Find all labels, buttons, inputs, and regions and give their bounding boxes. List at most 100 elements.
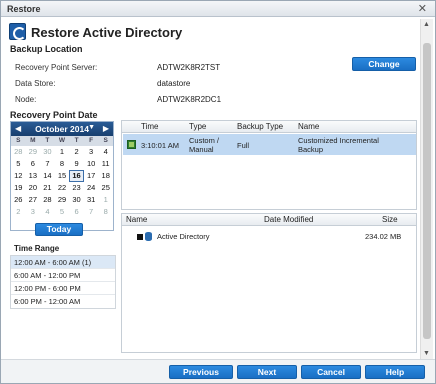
calendar-day[interactable]: 6 — [26, 158, 41, 170]
calendar-month[interactable]: October 2014 — [11, 124, 113, 134]
calendar-days: 28 29 30 1 2 3 4 5 6 7 8 9 10 11 12 13 14 15 16 17 18 19 20 21 2… — [11, 146, 113, 218]
node-value: ADTW2K8R2DC1 — [157, 95, 222, 104]
restore-icon — [9, 23, 26, 40]
time-range-item[interactable]: 12:00 PM - 6:00 PM — [11, 282, 115, 295]
calendar-day[interactable]: 6 — [69, 206, 84, 218]
scroll-up-icon[interactable]: ▲ — [423, 21, 430, 28]
calendar-day[interactable]: 1 — [98, 194, 113, 206]
calendar-day[interactable]: 8 — [98, 206, 113, 218]
recovery-point-server-label: Recovery Point Server: — [15, 63, 98, 72]
calendar-day[interactable]: 3 — [26, 206, 41, 218]
calendar-day[interactable]: 12 — [11, 170, 26, 182]
calendar-day[interactable]: 2 — [11, 206, 26, 218]
month-dropdown-icon[interactable]: ▼ — [88, 124, 95, 131]
weekday-label: T — [45, 137, 50, 144]
change-button[interactable]: Change — [352, 57, 416, 71]
calendar-day[interactable]: 10 — [84, 158, 99, 170]
table-row[interactable]: Active Directory 234.02 MB — [123, 230, 416, 244]
calendar-day[interactable]: 11 — [98, 158, 113, 170]
node-label: Node: — [15, 95, 37, 104]
calendar-day[interactable]: 20 — [26, 182, 41, 194]
weekday-label: W — [58, 137, 66, 144]
column-header-time[interactable]: Time — [141, 122, 158, 131]
page-title: Restore Active Directory — [31, 25, 183, 40]
calendar-day[interactable]: 9 — [69, 158, 84, 170]
help-button[interactable]: Help — [365, 365, 425, 379]
recovery-point-server-value: ADTW2K8R2TST — [157, 63, 221, 72]
previous-button[interactable]: Previous — [169, 365, 233, 379]
calendar-day[interactable]: 30 — [40, 146, 55, 158]
close-icon[interactable]: ✕ — [418, 2, 427, 15]
calendar-day[interactable]: 2 — [69, 146, 84, 158]
calendar-day[interactable]: 5 — [11, 158, 26, 170]
calendar-day[interactable]: 17 — [84, 170, 99, 182]
expand-icon[interactable] — [137, 234, 143, 240]
weekday-row: S M T W T F S — [11, 136, 113, 146]
column-header-name[interactable]: Name — [126, 215, 147, 224]
calendar-day[interactable]: 15 — [55, 170, 70, 182]
row-name-line2: Backup — [298, 145, 324, 154]
calendar-day[interactable]: 3 — [84, 146, 99, 158]
calendar-day[interactable]: 7 — [40, 158, 55, 170]
weekday-label: S — [16, 137, 21, 144]
column-header-name[interactable]: Name — [298, 122, 319, 131]
calendar-day[interactable]: 28 — [11, 146, 26, 158]
recovery-point-icon — [127, 140, 136, 149]
calendar-day[interactable]: 29 — [55, 194, 70, 206]
calendar-day[interactable]: 31 — [84, 194, 99, 206]
calendar-day[interactable]: 18 — [98, 170, 113, 182]
calendar-day[interactable]: 1 — [55, 146, 70, 158]
calendar-day[interactable]: 7 — [84, 206, 99, 218]
calendar-day[interactable]: 26 — [11, 194, 26, 206]
calendar-day[interactable]: 14 — [40, 170, 55, 182]
calendar-day[interactable]: 4 — [98, 146, 113, 158]
calendar-day[interactable]: 25 — [98, 182, 113, 194]
scroll-down-icon[interactable]: ▼ — [423, 350, 430, 357]
next-month-icon[interactable]: ▶ — [103, 124, 109, 133]
window-title: Restore — [7, 4, 41, 14]
calendar-day[interactable]: 23 — [69, 182, 84, 194]
weekday-label: F — [89, 137, 94, 144]
calendar-day[interactable]: 28 — [40, 194, 55, 206]
recovery-points-table: Time Type Backup Type Name 3:10:01 AM Cu… — [121, 120, 417, 210]
today-button[interactable]: Today — [35, 223, 83, 236]
calendar-day[interactable]: 30 — [69, 194, 84, 206]
cancel-button[interactable]: Cancel — [301, 365, 361, 379]
time-range-item[interactable]: 6:00 PM - 12:00 AM — [11, 295, 115, 308]
calendar-day[interactable]: 13 — [26, 170, 41, 182]
calendar-day[interactable]: 5 — [55, 206, 70, 218]
weekday-label: T — [74, 137, 79, 144]
title-bar: Restore ✕ — [1, 1, 435, 17]
weekday-label: M — [30, 137, 36, 144]
time-range-item[interactable]: 6:00 AM - 12:00 PM — [11, 269, 115, 282]
calendar-day[interactable]: 8 — [55, 158, 70, 170]
calendar-day[interactable]: 4 — [40, 206, 55, 218]
calendar-day[interactable]: 22 — [55, 182, 70, 194]
weekday-label: S — [103, 137, 108, 144]
column-header-type[interactable]: Type — [189, 122, 206, 131]
table-row[interactable]: 3:10:01 AM Custom / Manual Full Customiz… — [123, 134, 416, 155]
time-range-heading: Time Range — [14, 244, 60, 253]
column-header-size[interactable]: Size — [382, 215, 398, 224]
calendar-header: ◀ October 2014 ▼ ▶ — [11, 122, 113, 136]
calendar-day[interactable]: 24 — [84, 182, 99, 194]
column-header-backup-type[interactable]: Backup Type — [237, 122, 283, 131]
calendar-day[interactable]: 21 — [40, 182, 55, 194]
data-store-value: datastore — [157, 79, 191, 88]
restore-dialog: Restore ✕ ▲ ▼ Restore Active Directory B… — [0, 0, 436, 384]
row-time: 3:10:01 AM — [141, 141, 179, 150]
row-size: 234.02 MB — [365, 232, 402, 241]
calendar-day[interactable]: 29 — [26, 146, 41, 158]
calendar-day[interactable]: 27 — [26, 194, 41, 206]
time-range-item[interactable]: 12:00 AM - 6:00 AM (1) — [11, 256, 115, 269]
table-header: Name Date Modified Size — [122, 214, 416, 226]
calendar-day[interactable]: 16 — [69, 170, 84, 182]
table-header: Time Type Backup Type Name — [122, 121, 416, 133]
contents-table: Name Date Modified Size Active Directory… — [121, 213, 417, 353]
next-button[interactable]: Next — [237, 365, 297, 379]
scrollbar-thumb[interactable] — [423, 43, 431, 339]
vertical-scrollbar[interactable]: ▲ ▼ — [420, 19, 433, 359]
calendar-day[interactable]: 19 — [11, 182, 26, 194]
row-type-line2: Manual — [189, 145, 214, 154]
column-header-date-modified[interactable]: Date Modified — [264, 215, 313, 224]
